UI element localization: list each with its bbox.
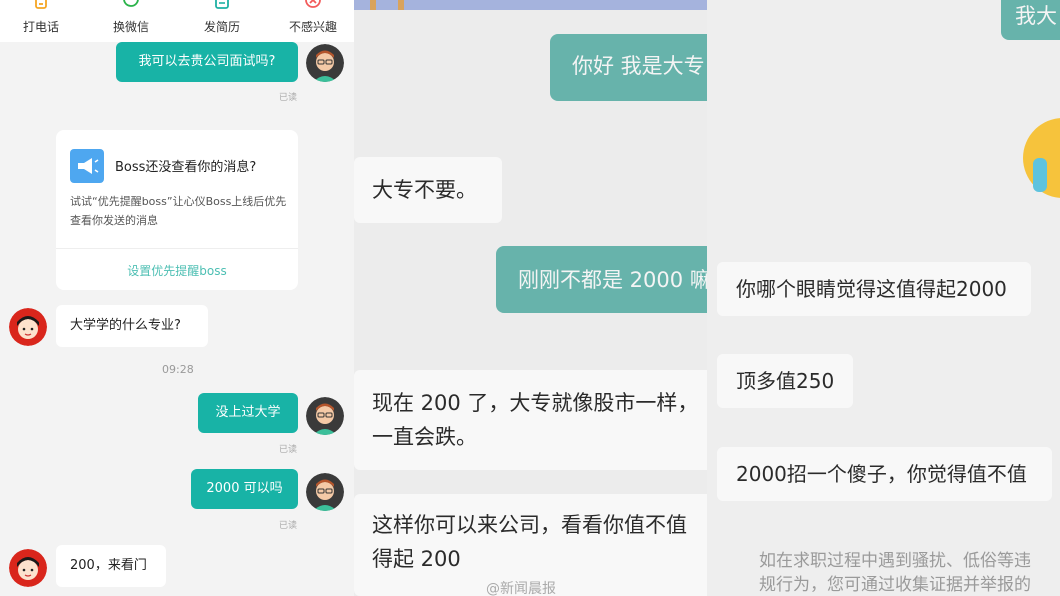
read-status: 已读 bbox=[279, 521, 298, 531]
user-avatar[interactable] bbox=[306, 397, 344, 435]
read-status: 已读 bbox=[279, 445, 298, 455]
wechat-label: 换微信 bbox=[112, 20, 149, 34]
message-timestamp: 09:28 bbox=[162, 363, 194, 376]
message-received-eyes-text: 你哪个眼睛觉得这值得起2000 bbox=[736, 277, 1007, 301]
message-received-200[interactable]: 200，来看门 bbox=[56, 545, 166, 587]
message-received-major[interactable]: 大学学的什么专业? bbox=[56, 305, 208, 347]
message-received-come-line1: 这样你可以来公司，看看你值不值 bbox=[372, 513, 687, 537]
chat-toolbar: 打电话 换微信 发简历 不感兴趣 bbox=[0, 0, 354, 42]
message-received-fool-text: 2000招一个傻子，你觉得值不值 bbox=[736, 462, 1027, 486]
emoji-tear bbox=[1033, 158, 1047, 192]
card-divider bbox=[56, 248, 298, 249]
reminder-card-title: Boss还没查看你的消息? bbox=[115, 160, 257, 175]
user-avatar-icon bbox=[306, 397, 344, 435]
banner-decoration bbox=[370, 0, 376, 10]
message-sent-question[interactable]: 刚刚不都是 2000 嘛 bbox=[496, 246, 707, 313]
message-received-come-line2: 得起 200 bbox=[372, 547, 461, 571]
message-sent-interview[interactable]: 我可以去贵公司面试吗? bbox=[116, 42, 298, 82]
boss-avatar[interactable] bbox=[9, 308, 47, 346]
chat-panel-zoomed-1: 你好 我是大专 大专不要。 刚刚不都是 2000 嘛 现在 200 了，大专就像… bbox=[354, 0, 707, 596]
message-received-stock[interactable]: 现在 200 了，大专就像股市一样， 一直会跌。 bbox=[354, 370, 707, 470]
harassment-notice-line2: 规行为，您可通过收集证据并举报的 bbox=[759, 575, 1031, 595]
message-received-reject[interactable]: 大专不要。 bbox=[354, 157, 502, 223]
message-sent-intro[interactable]: 你好 我是大专 bbox=[550, 34, 707, 101]
message-received-fool[interactable]: 2000招一个傻子，你觉得值不值 bbox=[717, 447, 1052, 501]
not-interested-icon bbox=[305, 0, 321, 8]
source-watermark: @新闻晨报 bbox=[486, 581, 556, 596]
top-banner-strip bbox=[354, 0, 707, 10]
banner-decoration bbox=[398, 0, 404, 10]
call-label: 打电话 bbox=[22, 20, 59, 34]
resume-icon bbox=[215, 0, 229, 9]
crying-emoji-icon bbox=[1023, 118, 1060, 198]
read-status: 已读 bbox=[279, 93, 298, 103]
message-received-250[interactable]: 顶多值250 bbox=[717, 354, 853, 408]
message-received-reject-text: 大专不要。 bbox=[372, 178, 477, 202]
message-sent-no-college[interactable]: 没上过大学 bbox=[198, 393, 298, 433]
set-priority-reminder-link[interactable]: 设置优先提醒boss bbox=[56, 262, 298, 279]
megaphone-icon bbox=[70, 149, 104, 183]
message-received-eyes[interactable]: 你哪个眼睛觉得这值得起2000 bbox=[717, 262, 1031, 316]
wechat-icon bbox=[123, 0, 139, 7]
chat-panel-zoomed-2: 我大 你哪个眼睛觉得这值得起2000 顶多值250 2000招一个傻子，你觉得值… bbox=[707, 0, 1060, 596]
message-received-stock-line2: 一直会跌。 bbox=[372, 425, 477, 449]
boss-avatar[interactable] bbox=[9, 549, 47, 587]
resume-label: 发简历 bbox=[203, 20, 240, 34]
message-received-stock-line1: 现在 200 了，大专就像股市一样， bbox=[372, 391, 699, 415]
user-avatar-icon bbox=[306, 473, 344, 511]
boss-avatar-icon bbox=[9, 549, 47, 587]
user-avatar[interactable] bbox=[306, 473, 344, 511]
boss-avatar-icon bbox=[9, 308, 47, 346]
boss-reminder-card: Boss还没查看你的消息? 试试“优先提醒boss”让心仪Boss上线后优先查看… bbox=[56, 130, 298, 290]
message-sent-2000[interactable]: 2000 可以吗 bbox=[191, 469, 298, 509]
message-received-250-text: 顶多值250 bbox=[736, 369, 835, 393]
message-sent-partial[interactable]: 我大 bbox=[1001, 0, 1060, 40]
chat-panel-boss-app: 打电话 换微信 发简历 不感兴趣 我可以去贵公司面试吗? 已读 Boss还没查看… bbox=[0, 0, 354, 596]
user-avatar-icon bbox=[306, 44, 344, 82]
phone-icon bbox=[35, 0, 47, 9]
not-interested-label: 不感兴趣 bbox=[288, 20, 337, 34]
harassment-notice-line1: 如在求职过程中遇到骚扰、低俗等违 bbox=[759, 551, 1031, 571]
user-avatar[interactable] bbox=[306, 44, 344, 82]
reminder-card-description: 试试“优先提醒boss”让心仪Boss上线后优先查看你发送的消息 bbox=[70, 195, 287, 227]
